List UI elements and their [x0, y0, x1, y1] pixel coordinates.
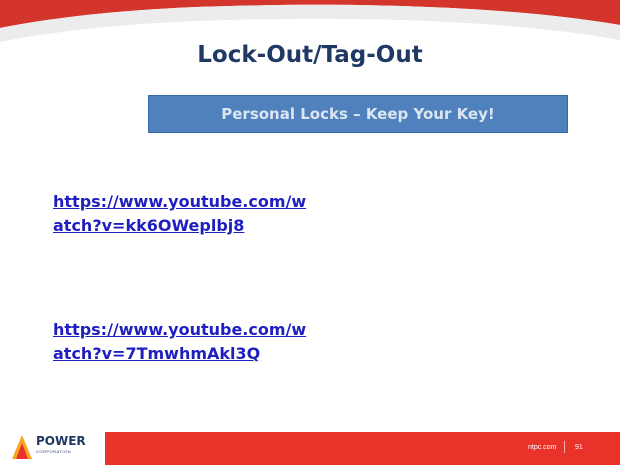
- youtube-link-2[interactable]: https://www.youtube.com/watch?v=7TmwhmAk…: [53, 318, 313, 366]
- slide: Lock-Out/Tag-Out Personal Locks – Keep Y…: [0, 0, 620, 465]
- subtitle-text: Personal Locks – Keep Your Key!: [221, 105, 495, 123]
- footer-site: ntpc.com: [528, 444, 557, 451]
- logo-subtext: CORPORATION: [36, 449, 71, 454]
- footer-divider: [564, 441, 565, 453]
- subtitle-banner: Personal Locks – Keep Your Key!: [148, 95, 568, 133]
- slide-title: Lock-Out/Tag-Out: [197, 42, 423, 68]
- company-logo: POWER CORPORATION: [10, 432, 100, 462]
- youtube-link-1[interactable]: https://www.youtube.com/watch?v=kk6OWepl…: [53, 190, 313, 238]
- logo-wordmark: POWER: [36, 434, 86, 448]
- logo-flame-icon: [12, 435, 32, 459]
- page-number: 91: [575, 444, 583, 451]
